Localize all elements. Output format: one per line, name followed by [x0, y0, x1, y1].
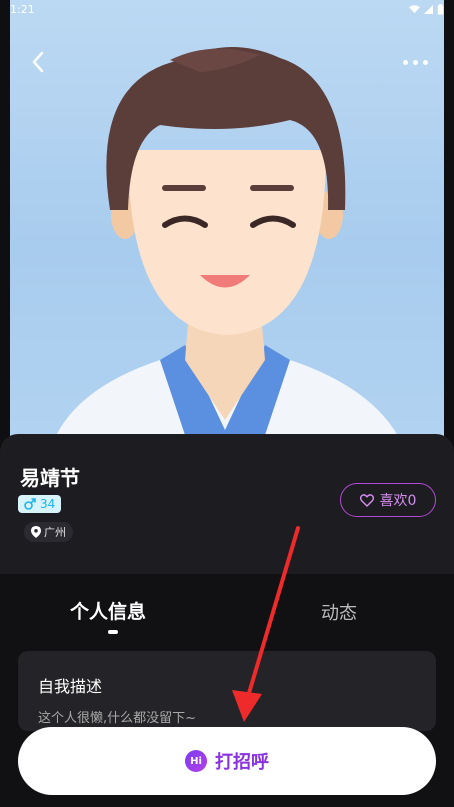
back-button[interactable]	[24, 48, 52, 76]
greet-button[interactable]: Hi 打招呼	[18, 727, 436, 795]
avatar-illustration	[50, 46, 405, 450]
profile-card: 易靖节 34 广州 喜欢0	[0, 434, 454, 574]
heart-icon	[359, 493, 374, 507]
like-label: 喜欢0	[379, 493, 417, 509]
location-tag: 广州	[24, 522, 73, 542]
more-dot	[412, 59, 418, 65]
status-time: 1:21	[10, 2, 35, 16]
self-description-card: 自我描述 这个人很懒,什么都没留下~	[18, 651, 436, 731]
battery-icon	[437, 3, 444, 15]
self-description-text: 这个人很懒,什么都没留下~	[38, 711, 197, 726]
profile-avatar-image	[10, 0, 444, 450]
more-options-button[interactable]	[398, 50, 432, 74]
male-icon	[24, 498, 36, 510]
location-pin-icon	[31, 526, 41, 538]
active-tab-indicator	[108, 630, 118, 634]
more-dots-icon	[402, 59, 408, 65]
signal-icon	[424, 4, 433, 14]
age-value: 34	[40, 497, 56, 511]
chevron-left-icon	[32, 51, 44, 73]
gender-age-badge: 34	[18, 495, 62, 513]
wifi-icon	[409, 4, 420, 13]
like-button[interactable]: 喜欢0	[340, 483, 436, 517]
greet-label: 打招呼	[215, 752, 269, 773]
status-icons	[409, 3, 444, 15]
tab-personal-info[interactable]: 个人信息	[70, 597, 146, 624]
hi-icon: Hi	[185, 750, 207, 772]
status-bar: 1:21	[0, 0, 454, 18]
profile-name: 易靖节	[20, 466, 80, 490]
more-dot	[422, 59, 428, 65]
tab-moments[interactable]: 动态	[321, 599, 357, 625]
location-label: 广州	[44, 526, 66, 539]
self-description-title: 自我描述	[38, 677, 103, 696]
